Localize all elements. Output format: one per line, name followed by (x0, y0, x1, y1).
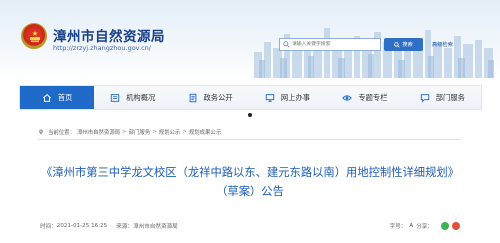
site-title[interactable]: 漳州市自然资源局 (53, 25, 165, 45)
search-icon (394, 41, 400, 48)
breadcrumb-link[interactable]: 部门服务 (129, 128, 151, 136)
nav-item-label: 政务公开 (203, 92, 233, 102)
nav-item-home[interactable]: 首页 (20, 86, 94, 109)
breadcrumb-link[interactable]: 漳州市自然资源局 (77, 128, 120, 136)
chat-icon (420, 93, 429, 102)
national-emblem-icon (21, 23, 47, 49)
breadcrumb-link[interactable]: 规划公示 (159, 128, 181, 136)
search-button-label: 搜索 (402, 42, 413, 48)
article-title: 《漳州市第三中学龙文校区（龙祥中路以东、建元东路以南）用地控制性详细规划》（草案… (41, 166, 459, 198)
wechat-share-icon[interactable] (441, 222, 449, 230)
nav-item-dept-services[interactable]: 部门服务 (404, 86, 481, 109)
breadcrumb-separator: > (182, 129, 187, 135)
article-meta: 时间： 2021-01-25 16:25 来源： 漳州市自然资源局 字号： A … (40, 220, 460, 232)
search-button[interactable]: 搜索 (384, 38, 423, 51)
advanced-search-link[interactable]: 高级检索 (432, 41, 453, 48)
font-size-label: 字号： (389, 224, 407, 230)
monitor-icon (265, 93, 275, 102)
eye-icon (342, 94, 353, 101)
site-header: 漳州市自然资源局 http://zrzyj.zhangzhou.gov.cn/ … (0, 0, 500, 80)
share-buttons (441, 222, 460, 230)
breadcrumb-separator: > (122, 129, 127, 135)
nav-item-label: 首页 (57, 92, 73, 102)
share-label: 分享： (416, 224, 433, 230)
location-icon (39, 129, 43, 135)
nav-item-org[interactable]: 机构概况 (94, 86, 171, 109)
search-box (279, 38, 381, 51)
breadcrumb: 当前位置： 漳州市自然资源局 > 部门服务 > 规划公示 > 规划成果公示 (38, 128, 221, 136)
breadcrumb-link[interactable]: 规划成果公示 (189, 128, 221, 136)
weibo-share-icon[interactable] (452, 222, 460, 230)
search-input[interactable] (292, 39, 378, 50)
nav-item-label: 网上办事 (280, 92, 311, 102)
nav-item-label: 专题专栏 (358, 92, 388, 102)
source-label: 来源： (116, 224, 134, 230)
article-source: 漳州市自然资源局 (133, 224, 178, 230)
main-nav: 首页 机构概况 政务公开 网上办事 专题专栏 部门服务 (19, 85, 482, 110)
publish-date: 2021-01-25 16:25 (56, 223, 108, 229)
breadcrumb-separator: > (152, 129, 157, 135)
home-icon (42, 93, 51, 102)
nav-item-online-services[interactable]: 网上办事 (249, 86, 326, 109)
nav-item-label: 部门服务 (435, 92, 465, 102)
site-url: http://zrzyj.zhangzhou.gov.cn/ (53, 44, 151, 52)
divider (38, 139, 461, 140)
cursor-dot (248, 113, 252, 117)
nav-item-label: 机构概况 (126, 92, 156, 102)
doc-icon (189, 93, 196, 102)
breadcrumb-prefix: 当前位置： (48, 130, 75, 136)
font-size-button[interactable]: A (409, 223, 413, 229)
search-icon (283, 41, 290, 48)
org-icon (110, 93, 120, 102)
date-label: 时间： (40, 224, 57, 230)
nav-item-gov-affairs[interactable]: 政务公开 (171, 86, 248, 109)
nav-item-special-topics[interactable]: 专题专栏 (326, 86, 403, 109)
